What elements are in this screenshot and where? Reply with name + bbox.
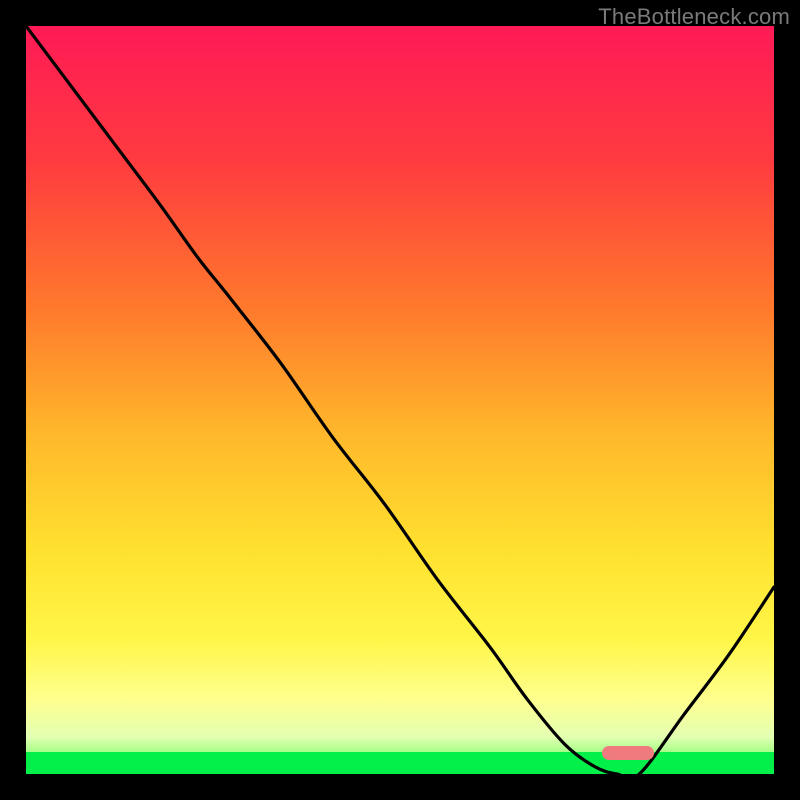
- chart-line: [26, 26, 774, 774]
- chart-frame: TheBottleneck.com: [0, 0, 800, 800]
- chart-plot-area: [26, 26, 774, 774]
- optimal-point-marker: [602, 746, 654, 760]
